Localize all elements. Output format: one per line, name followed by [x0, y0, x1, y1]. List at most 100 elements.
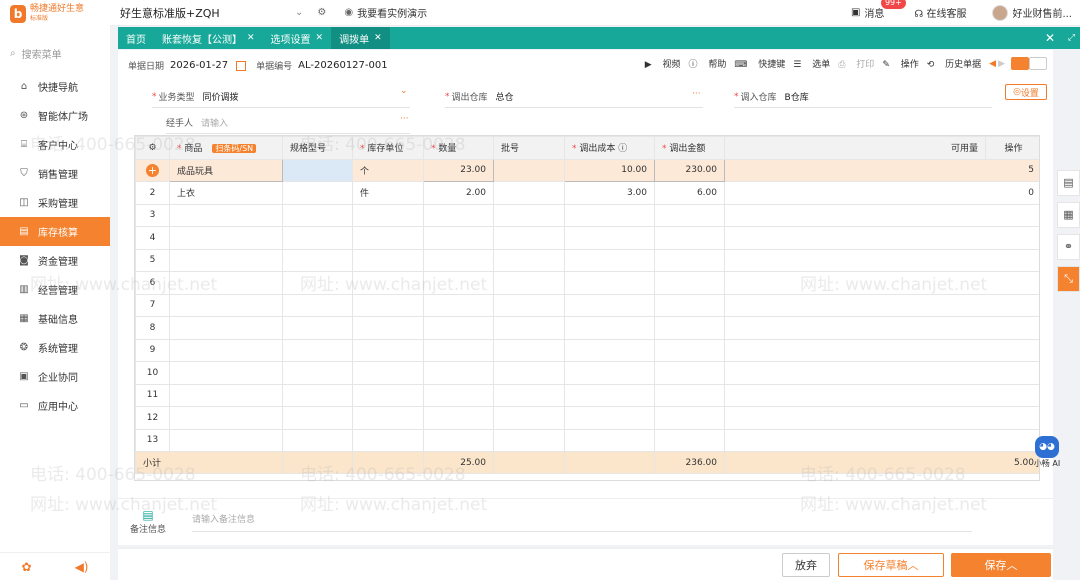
card-icon: ▦ — [19, 313, 29, 324]
cell-qty[interactable]: 2.00 — [423, 181, 494, 205]
col-qty: * 数量 — [423, 136, 494, 160]
pick-button[interactable]: ☰ 选单 — [793, 57, 830, 70]
help-button[interactable]: ⓘ 帮助 — [689, 57, 727, 70]
cell-amount[interactable]: 6.00 — [654, 181, 725, 205]
tab-home[interactable]: 首页 — [118, 27, 154, 49]
chevron-down-icon[interactable]: ⌄ — [295, 7, 303, 18]
remark-input[interactable]: 请输入备注信息 — [192, 512, 972, 532]
cell-cost[interactable]: 3.00 — [564, 181, 655, 205]
doc-date[interactable]: 2026-01-27 — [170, 60, 228, 71]
collapse-icon[interactable]: ◀) — [75, 560, 89, 574]
gear-icon[interactable]: ⚙ — [317, 7, 326, 18]
doc-number[interactable]: AL-20260127-001 — [298, 60, 387, 71]
message-badge: 99+ — [880, 0, 906, 9]
table-row: 7🗑▣ — [135, 293, 1039, 317]
add-row-icon[interactable]: + — [146, 163, 159, 177]
expand-icon[interactable]: ⤢ — [1063, 27, 1080, 49]
scan-tag[interactable]: 扫条码/SN — [212, 144, 257, 154]
more-icon[interactable]: ··· — [692, 89, 701, 99]
save-draft-button[interactable]: 保存草稿 ︿ — [838, 553, 944, 577]
cell-unit[interactable]: 件 — [352, 181, 424, 205]
table-row: 3🗑▣ — [135, 203, 1039, 227]
tab-bar: 首页 账套恢复【公测】 ✕ 选项设置 ✕ 调拨单 ✕ ✕ — [118, 27, 1063, 49]
cell-product[interactable]: 成品玩具 — [169, 158, 283, 182]
prev-icon[interactable]: ◀ — [989, 59, 996, 69]
transfer-form: 单据日期 2026-01-27 单据编号 AL-20260127-001 ▶ 视频 … — [118, 50, 1053, 545]
operate-button[interactable]: ✎ 操作 — [882, 57, 918, 70]
sidebar-item-apps[interactable]: ▭ 应用中心 — [0, 391, 110, 420]
cell-product[interactable]: 上衣 — [169, 181, 283, 205]
dropdown-icon[interactable]: ⌄ — [400, 86, 408, 96]
app-logo: b 畅捷通好生意 标准版 — [0, 0, 110, 28]
sidebar-item-agents[interactable]: ⊛ 智能体广场 — [0, 101, 110, 130]
cell-qty[interactable]: 23.00 — [423, 158, 494, 182]
cell-batch[interactable] — [493, 181, 565, 205]
print-button[interactable]: ⎙ 打印 — [838, 57, 874, 70]
close-icon[interactable]: ✕ — [374, 33, 382, 43]
out-warehouse-field[interactable]: * 调出仓库 总仓 — [445, 90, 705, 108]
sidebar-item-sales[interactable]: ⛉ 销售管理 — [0, 159, 110, 188]
sidebar-item-business[interactable]: ▥ 经营管理 — [0, 275, 110, 304]
cell-avail: 0 — [724, 181, 1039, 205]
logo-sub: 标准版 — [30, 15, 49, 22]
sidebar-item-quick-nav[interactable]: ⌂ 快捷导航 — [0, 72, 110, 101]
column-settings-icon[interactable]: ⚙ — [135, 136, 170, 160]
row-number: 3 — [135, 203, 170, 227]
form-icon[interactable]: ▤ — [1057, 170, 1080, 196]
video-button[interactable]: ▶ 视频 — [645, 57, 681, 70]
user-menu[interactable]: 好业财售前... — [992, 4, 1072, 21]
table-row: 8🗑▣ — [135, 316, 1039, 340]
biz-type-field[interactable]: * 业务类型 同价调拨 — [152, 90, 412, 108]
inventory-icon[interactable]: ▦ — [1057, 202, 1080, 228]
cell-batch[interactable] — [493, 158, 565, 182]
settings-button[interactable]: ◎ 设置 — [1005, 84, 1047, 100]
sidebar-bottom: ✿ ◀) — [0, 552, 110, 580]
sidebar-item-inventory[interactable]: ▤ 库存核算 — [0, 217, 110, 246]
sidebar-item-customers[interactable]: ⌸ 客户中心 — [0, 130, 110, 159]
cell-unit[interactable]: 个 — [352, 158, 424, 182]
next-icon[interactable]: ▶ — [998, 59, 1005, 69]
in-warehouse-field[interactable]: * 调入仓库 B仓库 — [734, 90, 994, 108]
calendar-icon[interactable] — [236, 60, 247, 71]
service-button[interactable]: ☊ 在线客服 — [914, 5, 966, 20]
sidebar-item-basic-info[interactable]: ▦ 基础信息 — [0, 304, 110, 333]
sidebar-item-purchase[interactable]: ◫ 采购管理 — [0, 188, 110, 217]
cell-cost[interactable]: 10.00 — [564, 158, 655, 182]
sidebar-item-funds[interactable]: ◙ 资金管理 — [0, 246, 110, 275]
abandon-button[interactable]: 放弃 — [782, 553, 830, 577]
table-row: 13🗑▣ — [135, 428, 1039, 452]
tab-options[interactable]: 选项设置 ✕ — [263, 27, 332, 49]
close-all-icon[interactable]: ✕ — [1045, 31, 1055, 45]
list-view-toggle[interactable] — [1011, 57, 1029, 70]
toolbar: ▶ 视频 ⓘ 帮助 ⌨ 快捷键 ☰ 选单 ⎙ 打印 ✎ 操作 ⟲ 历史单据 ◀ … — [637, 57, 1047, 70]
tv-icon: ▭ — [19, 400, 29, 411]
history-button[interactable]: ⟲ 历史单据 — [927, 57, 981, 70]
settings-icon[interactable]: ✿ — [22, 560, 32, 574]
messages-button[interactable]: ▣ 消息 99+ — [851, 0, 906, 20]
menu-search[interactable]: ⌕ 搜索菜单 — [10, 42, 102, 64]
sidebar-item-collab[interactable]: ▣ 企业协同 — [0, 362, 110, 391]
summary-qty: 25.00 — [423, 451, 494, 474]
tab-restore[interactable]: 账套恢复【公测】 ✕ — [154, 27, 263, 49]
eye-icon: ◉ — [344, 7, 354, 18]
table-row: 4🗑▣ — [135, 226, 1039, 250]
collab-icon: ▣ — [19, 371, 29, 382]
more-icon[interactable]: ··· — [400, 114, 409, 124]
cell-spec[interactable] — [282, 181, 353, 205]
cell-spec[interactable] — [282, 158, 353, 182]
logo-icon: b — [10, 5, 26, 23]
demo-link[interactable]: 我要看实例演示 — [357, 5, 427, 20]
save-button[interactable]: 保存 ︿ — [951, 553, 1051, 577]
account-selector[interactable]: 好生意标准版+ZQH — [120, 5, 295, 21]
link-icon[interactable]: ⚭ — [1057, 234, 1080, 260]
close-icon[interactable]: ✕ — [316, 33, 324, 43]
ai-assistant[interactable]: ◕◕ 小畅 AI — [1030, 436, 1064, 474]
expand-panel-icon[interactable]: ⤡ — [1057, 266, 1080, 292]
card-view-toggle[interactable] — [1029, 57, 1047, 70]
shortcut-button[interactable]: ⌨ 快捷键 — [734, 57, 785, 70]
handler-field[interactable]: 经手人 请输入 — [166, 116, 412, 134]
cell-amount[interactable]: 230.00 — [654, 158, 725, 182]
sidebar-item-system[interactable]: ❂ 系统管理 — [0, 333, 110, 362]
close-icon[interactable]: ✕ — [247, 33, 255, 43]
tab-transfer[interactable]: 调拨单 ✕ — [331, 27, 390, 49]
